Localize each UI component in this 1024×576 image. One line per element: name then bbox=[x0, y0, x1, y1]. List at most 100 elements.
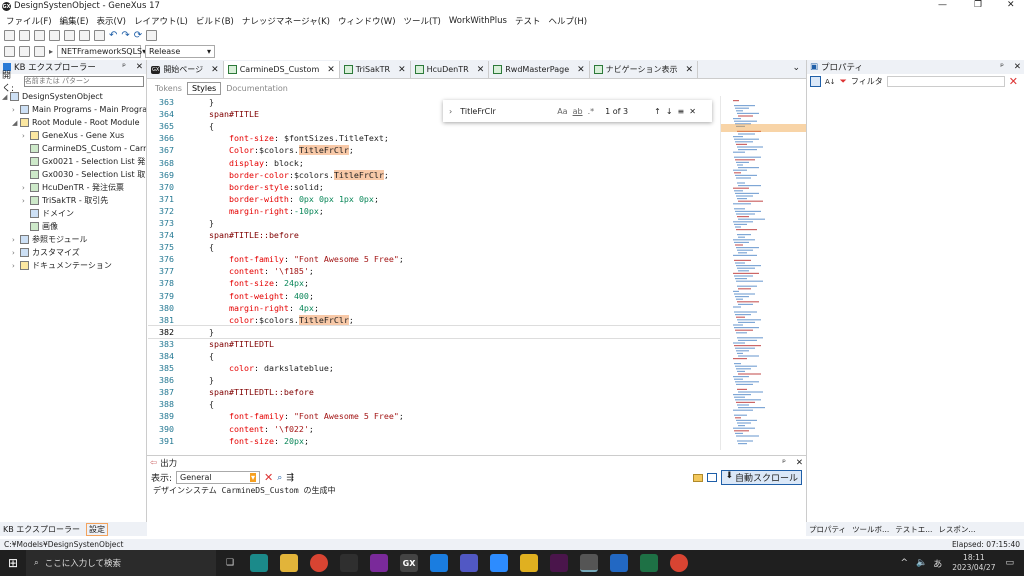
notification-icon[interactable]: ▭ bbox=[1005, 558, 1014, 568]
tab-overflow-icon[interactable]: ⌄ bbox=[792, 63, 800, 73]
find-in-selection-icon[interactable]: ≡ bbox=[678, 107, 685, 116]
expand-icon[interactable]: › bbox=[12, 262, 20, 270]
menu-build[interactable]: ビルド(B) bbox=[196, 15, 234, 27]
code-line[interactable]: 371 border-width: 0px 0px 1px 0px; bbox=[148, 193, 720, 205]
tab-hcudentr[interactable]: HcuDenTR ✕ bbox=[411, 61, 490, 78]
windows-start-icon[interactable]: ⊞ bbox=[0, 550, 26, 576]
build-all-icon[interactable] bbox=[19, 45, 30, 57]
toggle-replace-icon[interactable]: › bbox=[449, 107, 452, 116]
expand-icon[interactable]: › bbox=[22, 184, 30, 192]
previous-match-icon[interactable]: ↑ bbox=[654, 107, 661, 116]
menu-file[interactable]: ファイル(F) bbox=[6, 15, 52, 27]
code-line[interactable]: 373} bbox=[148, 217, 720, 229]
save-all-icon[interactable] bbox=[49, 30, 60, 41]
filter-input[interactable] bbox=[886, 76, 1005, 87]
tab-carmineds-custom[interactable]: CarmineDS_Custom ✕ bbox=[223, 61, 340, 78]
code-line[interactable]: 384 { bbox=[148, 350, 720, 362]
access-icon[interactable] bbox=[370, 554, 388, 572]
code-line[interactable]: 391 font-size: 20px; bbox=[148, 435, 720, 447]
code-line[interactable]: 376 font-family: "Font Awesome 5 Free"; bbox=[148, 253, 720, 265]
expand-icon[interactable]: › bbox=[12, 106, 20, 114]
code-line[interactable]: 367 Color:$colors.TitleFrClr; bbox=[148, 144, 720, 156]
paste-icon[interactable] bbox=[94, 30, 105, 41]
filter-icon[interactable]: ⏷ bbox=[840, 77, 847, 87]
tab-settings[interactable]: 設定 bbox=[86, 522, 109, 536]
redo-icon[interactable]: ↷ bbox=[121, 30, 129, 41]
code-line[interactable]: 375 { bbox=[148, 241, 720, 253]
code-line[interactable]: 368 display: block; bbox=[148, 156, 720, 168]
expand-icon[interactable]: › bbox=[12, 249, 20, 257]
close-icon[interactable]: ✕ bbox=[1014, 62, 1021, 72]
code-line[interactable]: 387 span#TITLEDTL::before bbox=[148, 386, 720, 398]
slack-icon[interactable] bbox=[550, 554, 568, 572]
menu-window[interactable]: ウィンドウ(W) bbox=[338, 15, 396, 27]
copy-icon[interactable] bbox=[79, 30, 90, 41]
code-line[interactable]: 385 color: darkslateblue; bbox=[148, 362, 720, 374]
subtab-styles[interactable]: Styles bbox=[186, 81, 222, 95]
pointer-icon[interactable] bbox=[146, 30, 158, 41]
tree-item-references[interactable]: › 参照モジュール bbox=[0, 233, 146, 246]
code-line[interactable]: 379 font-weight: 400; bbox=[148, 290, 720, 302]
minimap-viewport[interactable] bbox=[721, 124, 807, 132]
window-icon[interactable] bbox=[707, 473, 718, 482]
close-icon[interactable]: ✕ bbox=[577, 65, 585, 75]
configuration-select[interactable]: Release ▾ bbox=[145, 44, 216, 58]
outlook-icon[interactable] bbox=[610, 554, 628, 572]
pin-icon[interactable]: ᵖ bbox=[122, 62, 126, 72]
close-icon[interactable]: ✕ bbox=[796, 458, 803, 468]
menu-layout[interactable]: レイアウト(L) bbox=[134, 15, 188, 27]
code-line[interactable]: 365 { bbox=[148, 120, 720, 132]
close-icon[interactable]: ✕ bbox=[211, 65, 219, 75]
tree-item-main-programs[interactable]: › Main Programs - Main Program bbox=[0, 103, 146, 116]
output-source-select[interactable]: General ▾ bbox=[176, 471, 261, 484]
code-line[interactable]: 389 font-family: "Font Awesome 5 Free"; bbox=[148, 410, 720, 422]
tab-responsive[interactable]: レスポン... bbox=[938, 524, 975, 535]
tab-rwdmasterpage[interactable]: RwdMasterPage ✕ bbox=[489, 61, 590, 78]
tab-toolbox[interactable]: ツールボ... bbox=[852, 524, 889, 535]
tree-item-trisaktr[interactable]: › TriSakTR - 取引先 bbox=[0, 194, 146, 207]
menu-knowledge-manager[interactable]: ナレッジマネージャ(K) bbox=[242, 15, 330, 27]
excel-icon[interactable] bbox=[640, 554, 658, 572]
app-s-icon[interactable] bbox=[430, 554, 448, 572]
code-line[interactable]: 370 border-style:solid; bbox=[148, 181, 720, 193]
close-icon[interactable]: ✕ bbox=[136, 62, 143, 72]
code-line[interactable]: 374 span#TITLE::before bbox=[148, 229, 720, 241]
menu-edit[interactable]: 編集(E) bbox=[60, 15, 89, 27]
match-case-toggle[interactable]: Aa bbox=[557, 107, 567, 116]
menu-tools[interactable]: ツール(T) bbox=[404, 15, 441, 27]
task-view-icon[interactable]: ❑ bbox=[216, 558, 244, 568]
edge-icon[interactable] bbox=[250, 554, 268, 572]
tab-properties[interactable]: プロパティ bbox=[809, 524, 846, 535]
tree-item-carmineds[interactable]: CarmineDS_Custom - Carmi bbox=[0, 142, 146, 155]
tree-item-hcudentr[interactable]: › HcuDenTR - 発注伝票 bbox=[0, 181, 146, 194]
code-line[interactable]: 386} bbox=[148, 374, 720, 386]
tab-start-page[interactable]: GX 開始ページ ✕ bbox=[147, 61, 224, 78]
subtab-tokens[interactable]: Tokens bbox=[150, 82, 187, 95]
explorer-icon[interactable] bbox=[280, 554, 298, 572]
folder-icon[interactable] bbox=[693, 473, 704, 482]
open-icon[interactable] bbox=[19, 30, 30, 41]
close-find-icon[interactable]: ✕ bbox=[689, 107, 696, 116]
refresh-icon[interactable]: ⟳ bbox=[134, 30, 142, 41]
close-icon[interactable]: ✕ bbox=[398, 65, 406, 75]
menu-workwithplus[interactable]: WorkWithPlus bbox=[449, 16, 507, 26]
teams-icon[interactable] bbox=[460, 554, 478, 572]
ime-indicator[interactable]: あ bbox=[933, 557, 942, 570]
tab-kb-explorer[interactable]: KB エクスプローラー bbox=[3, 524, 80, 535]
code-line[interactable]: 380 margin-right: 4px; bbox=[148, 302, 720, 314]
new-icon[interactable] bbox=[4, 30, 15, 41]
genexus-active-icon[interactable] bbox=[580, 554, 598, 572]
chrome-2-icon[interactable] bbox=[670, 554, 688, 572]
tree-item-documentation[interactable]: › ドキュメンテーション bbox=[0, 259, 146, 272]
rebuild-icon[interactable] bbox=[34, 45, 45, 57]
pin-icon[interactable]: ᵖ bbox=[1000, 62, 1004, 72]
subtab-documentation[interactable]: Documentation bbox=[221, 82, 293, 95]
close-icon[interactable]: ✕ bbox=[327, 65, 335, 75]
expand-icon[interactable]: › bbox=[22, 132, 30, 140]
code-minimap[interactable] bbox=[720, 96, 807, 450]
tab-trisaktr[interactable]: TriSakTR ✕ bbox=[340, 61, 411, 78]
code-editor[interactable]: 363} 364 span#TITLE 365 {366 font-size: $fon… bbox=[148, 96, 720, 450]
code-line[interactable]: 369 border-color:$colors.TitleFrClr; bbox=[148, 169, 720, 181]
taskbar-search[interactable]: ⌕ ここに入力して検索 bbox=[26, 550, 216, 576]
cut-icon[interactable] bbox=[64, 30, 75, 41]
